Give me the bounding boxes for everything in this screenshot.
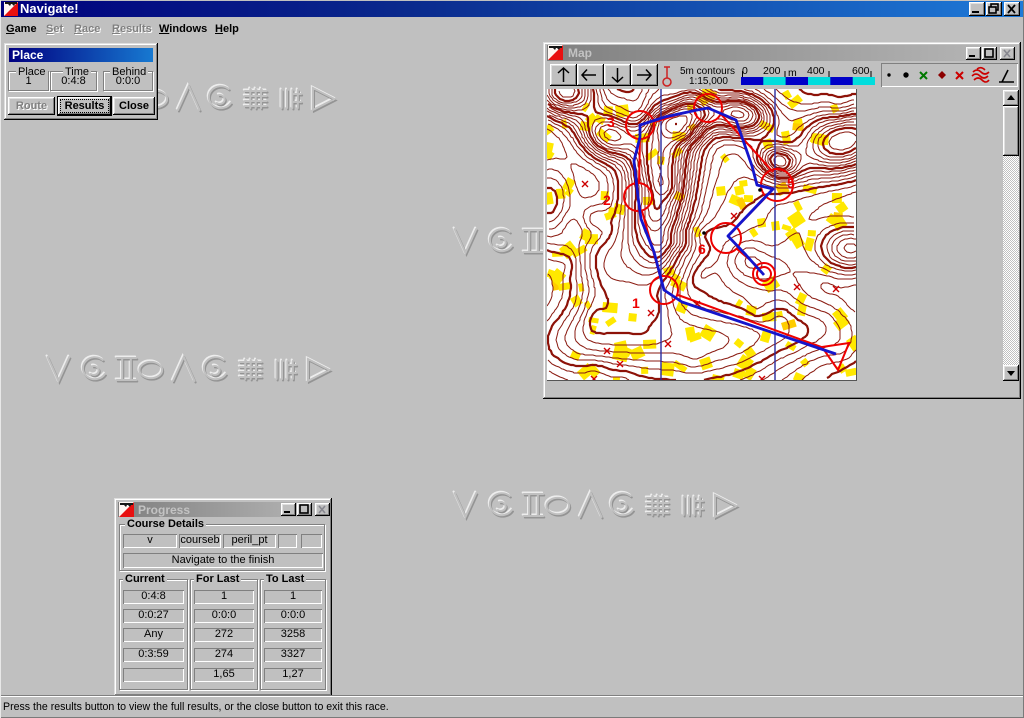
svg-text:2: 2 [603,192,611,208]
svg-text:3: 3 [607,114,615,130]
svg-text:6: 6 [698,241,706,257]
svg-text:200: 200 [763,65,781,77]
svg-text:600: 600 [852,65,870,77]
svg-text:400: 400 [807,65,825,77]
svg-text:5: 5 [787,175,795,191]
svg-text:1: 1 [632,295,640,311]
